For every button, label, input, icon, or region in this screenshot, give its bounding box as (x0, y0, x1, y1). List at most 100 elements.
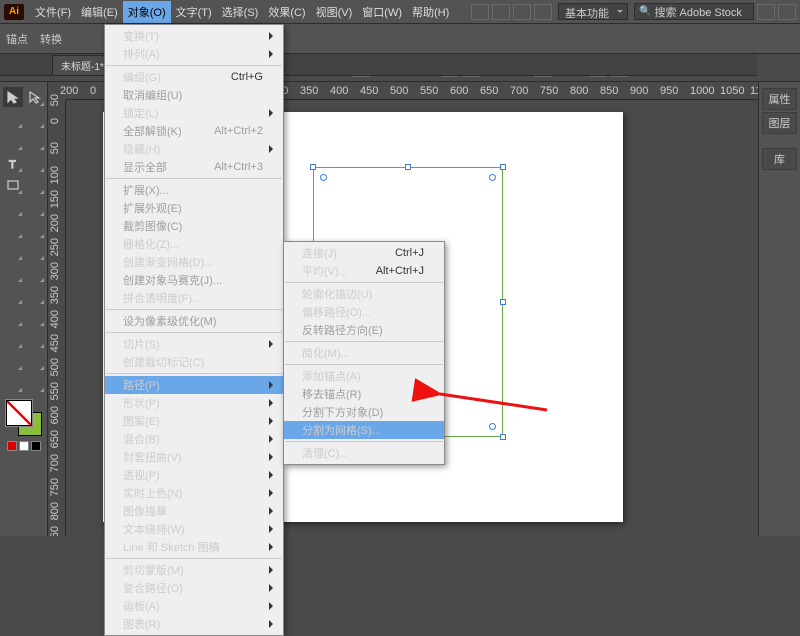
menu-item[interactable]: 编组(G)Ctrl+G (105, 68, 283, 86)
shape-builder-tool[interactable] (3, 263, 23, 283)
menu-效果[interactable]: 效果(C) (263, 1, 310, 23)
draw-mode-tool[interactable] (25, 457, 45, 477)
magic-wand-tool[interactable] (3, 109, 23, 129)
symbol-sprayer-tool[interactable] (3, 329, 23, 349)
menu-对象[interactable]: 对象(O) (123, 1, 171, 23)
pen-tool[interactable] (3, 131, 23, 151)
resize-handle[interactable] (500, 434, 506, 440)
corner-widget-icon[interactable] (320, 174, 327, 181)
ruler-vertical: 5005010015020025030035040045050055060065… (48, 100, 66, 536)
menu-item[interactable]: 排列(A) (105, 45, 283, 63)
resize-handle[interactable] (500, 164, 506, 170)
convert-label: 转换 (40, 31, 62, 47)
line-tool[interactable] (25, 153, 45, 173)
panel-tab-layers[interactable]: 图层 (762, 112, 797, 134)
menu-视图[interactable]: 视图(V) (311, 1, 358, 23)
menu-item[interactable]: 轮廓化描边(U) (284, 285, 444, 303)
menu-item[interactable]: 连接(J)Ctrl+J (284, 244, 444, 262)
fill-stroke-swatch[interactable] (6, 400, 42, 436)
menubar-icon[interactable] (492, 4, 510, 20)
corner-widget-icon[interactable] (489, 174, 496, 181)
menu-item[interactable]: 图案(E) (105, 412, 283, 430)
menu-item[interactable]: 变换(T) (105, 27, 283, 45)
eraser-tool[interactable] (25, 197, 45, 217)
menubar-icon[interactable] (513, 4, 531, 20)
menu-文字[interactable]: 文字(T) (171, 1, 217, 23)
menu-item[interactable]: 透视(P) (105, 466, 283, 484)
panel-label: 图层 (769, 115, 791, 131)
panel-tab-libraries[interactable]: 库 (762, 148, 797, 170)
menu-帮助[interactable]: 帮助(H) (407, 1, 454, 23)
width-tool[interactable] (3, 241, 23, 261)
menu-窗口[interactable]: 窗口(W) (357, 1, 407, 23)
menu-item[interactable]: 拼合透明度(F)... (105, 289, 283, 307)
menu-item[interactable]: 路径(P) (105, 376, 283, 394)
menu-item[interactable]: 偏移路径(O)... (284, 303, 444, 321)
screen-mode-tool[interactable] (3, 457, 23, 477)
selection-tool[interactable] (3, 87, 23, 107)
menu-item[interactable]: 添加锚点(A) (284, 367, 444, 385)
menu-item[interactable]: 栅格化(Z)... (105, 235, 283, 253)
blend-tool[interactable] (25, 307, 45, 327)
menu-item[interactable]: 简化(M)... (284, 344, 444, 362)
lasso-tool[interactable] (25, 109, 45, 129)
menu-item[interactable]: 清理(C)... (284, 444, 444, 462)
menu-item: 取消编组(U) (105, 86, 283, 104)
menubar-icon[interactable] (534, 4, 552, 20)
menu-编辑[interactable]: 编辑(E) (76, 1, 123, 23)
resize-handle[interactable] (310, 164, 316, 170)
menu-item[interactable]: 复合路径(O) (105, 579, 283, 597)
menu-item[interactable]: 图像描摹 (105, 502, 283, 520)
menu-item[interactable]: 隐藏(H) (105, 140, 283, 158)
gradient-tool[interactable] (25, 285, 45, 305)
menubar-icon[interactable] (778, 4, 796, 20)
menu-item[interactable]: 图表(R) (105, 615, 283, 633)
menu-item[interactable]: 实时上色(N) (105, 484, 283, 502)
rectangle-tool[interactable] (3, 175, 23, 195)
resize-handle[interactable] (500, 299, 506, 305)
shaper-tool[interactable] (3, 197, 23, 217)
paintbrush-tool[interactable] (25, 175, 45, 195)
curvature-tool[interactable] (25, 131, 45, 151)
free-transform-tool[interactable] (25, 241, 45, 261)
path-submenu: 连接(J)Ctrl+J平均(V)...Alt+Ctrl+J 轮廓化描边(U)偏移路… (283, 241, 445, 465)
direct-selection-tool[interactable] (25, 87, 45, 107)
zoom-tool[interactable] (25, 373, 45, 393)
perspective-tool[interactable] (25, 263, 45, 283)
menu-item[interactable]: 混合(B) (105, 430, 283, 448)
menu-item[interactable]: 创建裁切标记(C) (105, 353, 283, 371)
menu-item[interactable]: 平均(V)...Alt+Ctrl+J (284, 262, 444, 280)
type-tool[interactable]: T (3, 153, 23, 173)
artboard-tool[interactable] (3, 351, 23, 371)
color-mode-icons[interactable] (6, 440, 42, 452)
slice-tool[interactable] (25, 351, 45, 371)
menu-item[interactable]: 文本绕排(W) (105, 520, 283, 538)
resize-handle[interactable] (405, 164, 411, 170)
hand-tool[interactable] (3, 373, 23, 393)
menubar-icon[interactable] (757, 4, 775, 20)
menu-item[interactable]: 切片(S) (105, 335, 283, 353)
menu-item[interactable]: 剪切蒙版(M) (105, 561, 283, 579)
menubar-icon[interactable] (471, 4, 489, 20)
scale-tool[interactable] (25, 219, 45, 239)
workspace-dropdown[interactable]: 基本功能 (558, 3, 628, 20)
stock-search-input[interactable]: 🔍 搜索 Adobe Stock (634, 3, 754, 20)
menu-item[interactable]: 创建渐变网格(D)... (105, 253, 283, 271)
menu-文件[interactable]: 文件(F) (30, 1, 76, 23)
right-panel: 属性 图层 库 (758, 82, 800, 536)
menu-item[interactable]: 锁定(L) (105, 104, 283, 122)
menu-item[interactable]: 画板(A) (105, 597, 283, 615)
graph-tool[interactable] (25, 329, 45, 349)
menu-选择[interactable]: 选择(S) (217, 1, 264, 23)
rotate-tool[interactable] (3, 219, 23, 239)
mesh-tool[interactable] (3, 285, 23, 305)
menu-item[interactable]: 封套扭曲(V) (105, 448, 283, 466)
annotation-arrow-icon (432, 388, 552, 421)
menu-item[interactable]: 分割为网格(S)... (284, 421, 444, 439)
menu-item[interactable]: 形状(P) (105, 394, 283, 412)
corner-widget-icon[interactable] (489, 423, 496, 430)
eyedropper-tool[interactable] (3, 307, 23, 327)
search-placeholder: 搜索 Adobe Stock (654, 4, 741, 20)
menu-item[interactable]: Line 和 Sketch 图稿 (105, 538, 283, 556)
panel-tab-properties[interactable]: 属性 (762, 88, 797, 110)
